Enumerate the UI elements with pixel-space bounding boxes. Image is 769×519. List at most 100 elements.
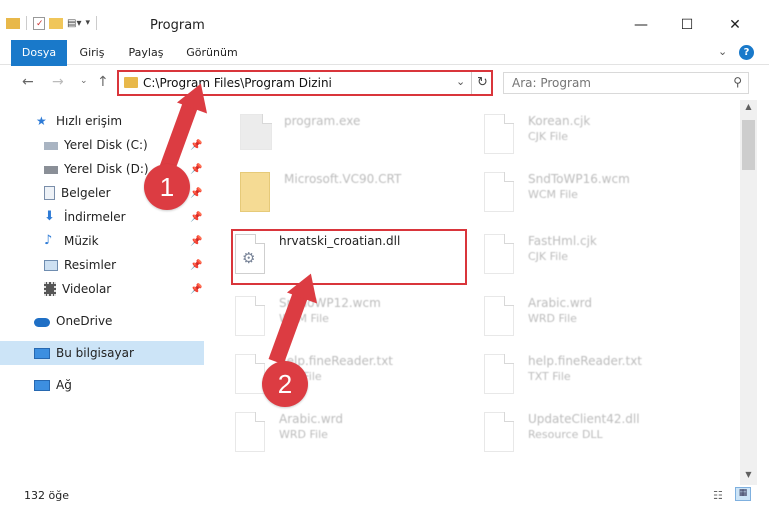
folder-icon xyxy=(124,77,138,88)
pin-icon[interactable]: 📌 xyxy=(190,236,202,247)
new-folder-icon[interactable] xyxy=(49,17,63,29)
close-button[interactable]: ✕ xyxy=(712,10,758,40)
sidebar-item-label: Yerel Disk (D:) xyxy=(64,162,149,176)
minimize-button[interactable]: — xyxy=(618,10,664,40)
ribbon-tabs: Dosya Giriş Paylaş Görünüm ⌄ ? xyxy=(0,40,769,102)
pin-icon[interactable]: 📌 xyxy=(190,284,202,295)
scroll-up-icon[interactable]: ▲ xyxy=(740,102,757,116)
help-icon[interactable]: ? xyxy=(739,45,754,60)
tab-share[interactable]: Paylaş xyxy=(124,40,168,65)
file-item[interactable]: FastHml.cjk CJK File xyxy=(480,228,720,290)
sidebar-item-label: Ağ xyxy=(56,378,72,392)
file-item[interactable]: Arabic.wrd WRD File xyxy=(480,290,720,352)
sidebar-item-music[interactable]: ♪ Müzik 📌 xyxy=(0,229,204,253)
file-name: Arabic.wrd xyxy=(528,296,593,310)
maximize-button[interactable]: ☐ xyxy=(664,10,710,40)
address-bar[interactable]: C:\Program Files\Program Dizini ⌄ ↻ xyxy=(117,70,493,96)
file-name: FastHml.cjk xyxy=(528,234,597,248)
file-item[interactable]: Korean.cjk CJK File xyxy=(480,108,720,170)
quick-access-dropdown-icon[interactable]: ▾ xyxy=(85,18,90,28)
search-input[interactable] xyxy=(504,73,714,93)
pictures-icon xyxy=(44,259,58,271)
pin-icon[interactable]: 📌 xyxy=(190,140,202,151)
sidebar-item-label: Müzik xyxy=(64,234,99,248)
vertical-scrollbar[interactable]: ▲ ▼ xyxy=(740,100,757,485)
file-type: CJK File xyxy=(528,130,569,143)
file-icon xyxy=(484,172,514,212)
file-item[interactable]: help.fineReader.txt TXT File xyxy=(480,348,720,410)
sidebar-item-network[interactable]: Ağ xyxy=(0,373,204,397)
file-icon xyxy=(484,354,514,394)
address-path[interactable]: C:\Program Files\Program Dizini xyxy=(143,76,332,90)
file-item[interactable]: Arabic.wrd WRD File xyxy=(231,406,471,465)
customize-icon[interactable]: ▤▾ xyxy=(67,18,81,29)
documents-icon xyxy=(44,186,55,200)
tab-home[interactable]: Giriş xyxy=(72,40,112,65)
file-type: Resource DLL xyxy=(528,428,603,441)
tab-view[interactable]: Görünüm xyxy=(182,40,242,65)
address-dropdown-icon[interactable]: ⌄ xyxy=(456,75,465,88)
sidebar-item-label: Hızlı erişim xyxy=(56,114,123,128)
pin-icon[interactable]: 📌 xyxy=(190,164,202,175)
file-name: help.fineReader.txt xyxy=(528,354,642,368)
file-name: Arabic.wrd xyxy=(279,412,344,426)
file-item[interactable]: SndToWP16.wcm WCM File xyxy=(480,166,720,228)
pin-icon[interactable]: 📌 xyxy=(190,212,202,223)
search-box[interactable]: ⚲ xyxy=(503,72,749,94)
status-bar: 132 öğe ☷ ▦ xyxy=(0,485,769,519)
drive-icon xyxy=(44,166,58,174)
annotation-badge-2: 2 xyxy=(262,361,308,407)
sidebar-item-onedrive[interactable]: OneDrive xyxy=(0,309,204,333)
forward-arrow-icon[interactable]: → xyxy=(52,74,64,90)
up-arrow-icon[interactable]: ↑ xyxy=(97,74,109,90)
exe-file-icon xyxy=(240,114,272,150)
video-icon xyxy=(44,282,56,296)
file-name: program.exe xyxy=(284,114,361,128)
computer-icon xyxy=(34,347,50,359)
sidebar-item-label: Belgeler xyxy=(61,186,111,200)
title-bar: ✓ ▤▾ ▾ Program — ☐ ✕ xyxy=(0,0,769,40)
file-name: UpdateClient42.dll xyxy=(528,412,640,426)
navigation-bar: ← → ⌄ ↑ C:\Program Files\Program Dizini … xyxy=(0,66,769,100)
search-icon[interactable]: ⚲ xyxy=(733,75,742,89)
file-icon xyxy=(235,296,265,336)
file-icon xyxy=(484,114,514,154)
back-arrow-icon[interactable]: ← xyxy=(22,74,34,90)
file-icon xyxy=(235,354,265,394)
sidebar-item-this-pc[interactable]: Bu bilgisayar xyxy=(0,341,204,365)
expand-ribbon-icon[interactable]: ⌄ xyxy=(718,45,727,58)
file-item[interactable]: Microsoft.VC90.CRT xyxy=(236,166,476,228)
refresh-icon[interactable]: ↻ xyxy=(471,72,493,94)
folder-icon[interactable] xyxy=(6,17,20,29)
sidebar-item-label: OneDrive xyxy=(56,314,113,328)
file-type: WRD File xyxy=(279,428,328,441)
sidebar-item-label: Bu bilgisayar xyxy=(56,346,134,360)
file-type: TXT File xyxy=(528,370,571,383)
properties-icon[interactable]: ✓ xyxy=(33,16,45,30)
file-list: program.exe Microsoft.VC90.CRT hrvatski_… xyxy=(206,100,740,465)
sidebar-item-label: Videolar xyxy=(62,282,112,296)
folder-icon xyxy=(240,172,270,212)
large-icons-view-icon[interactable]: ▦ xyxy=(735,487,751,501)
drive-icon xyxy=(44,142,58,150)
file-name: Microsoft.VC90.CRT xyxy=(284,172,402,186)
scroll-thumb[interactable] xyxy=(742,120,755,170)
music-icon: ♪ xyxy=(44,233,53,248)
file-item[interactable]: UpdateClient42.dll Resource DLL xyxy=(480,406,720,465)
file-item[interactable]: program.exe xyxy=(236,108,476,170)
scroll-down-icon[interactable]: ▼ xyxy=(740,470,757,484)
recent-locations-icon[interactable]: ⌄ xyxy=(80,76,88,86)
file-icon xyxy=(484,234,514,274)
file-item[interactable]: SndToWP12.wcm WCM File xyxy=(231,290,471,352)
pin-icon[interactable]: 📌 xyxy=(190,260,202,271)
file-name: SndToWP16.wcm xyxy=(528,172,630,186)
file-icon xyxy=(235,412,265,452)
quick-access-toolbar: ✓ ▤▾ ▾ xyxy=(6,16,99,30)
details-view-icon[interactable]: ☷ xyxy=(713,489,723,502)
pin-icon[interactable]: 📌 xyxy=(190,188,202,199)
sidebar-item-pictures[interactable]: Resimler 📌 xyxy=(0,253,204,277)
file-type: CJK File xyxy=(528,250,569,263)
file-type: WRD File xyxy=(528,312,577,325)
sidebar-item-videos[interactable]: Videolar 📌 xyxy=(0,277,204,301)
highlight-box xyxy=(231,229,467,285)
